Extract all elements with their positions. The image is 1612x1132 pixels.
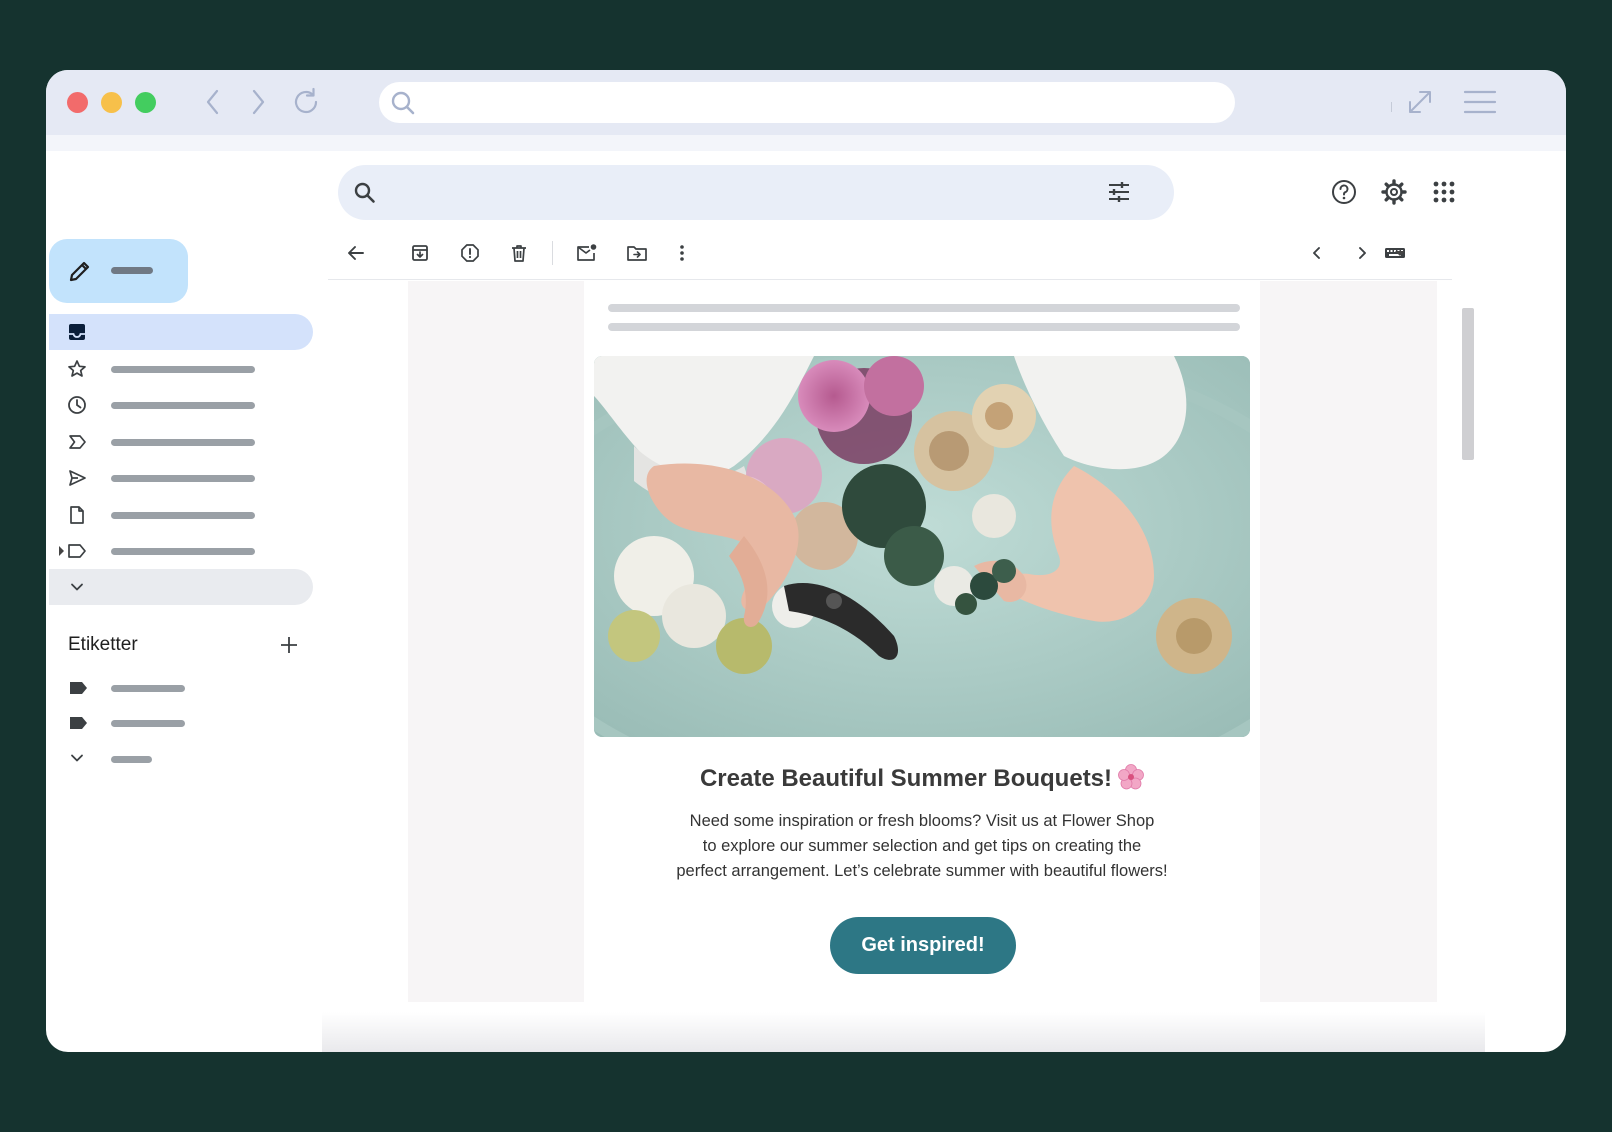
label-placeholder bbox=[111, 439, 255, 446]
add-label-icon[interactable] bbox=[276, 632, 302, 658]
email-body-text: Need some inspiration or fresh blooms? V… bbox=[662, 809, 1182, 884]
address-bar[interactable] bbox=[379, 82, 1235, 123]
email-body-line: Need some inspiration or fresh blooms? V… bbox=[689, 812, 1155, 830]
panel-bottom-edge bbox=[322, 1012, 1485, 1052]
label-placeholder bbox=[111, 402, 255, 409]
maximize-window-button[interactable] bbox=[135, 92, 156, 113]
next-icon[interactable] bbox=[1348, 239, 1376, 267]
label-item[interactable] bbox=[49, 708, 249, 738]
caret-down-icon[interactable] bbox=[1395, 251, 1405, 256]
sidebar-item-categories[interactable] bbox=[49, 533, 313, 569]
email-heading-text: Create Beautiful Summer Bouquets! bbox=[699, 765, 1113, 792]
prev-icon[interactable] bbox=[1303, 239, 1331, 267]
forward-icon[interactable] bbox=[240, 84, 276, 120]
expand-caret-icon[interactable] bbox=[59, 546, 64, 556]
chevron-down-icon bbox=[69, 750, 85, 771]
archive-icon[interactable] bbox=[406, 239, 434, 267]
email-body-line: perfect arrangement. Let’s celebrate sum… bbox=[676, 862, 1168, 880]
label-placeholder bbox=[111, 685, 185, 692]
cherry-blossom-icon bbox=[1118, 764, 1144, 797]
search-options-icon[interactable] bbox=[1106, 179, 1132, 210]
pencil-icon bbox=[67, 258, 93, 289]
search-icon bbox=[389, 89, 417, 122]
message-toolbar bbox=[328, 226, 1452, 280]
sidebar-item-snoozed[interactable] bbox=[49, 387, 313, 423]
sidebar-item-drafts[interactable] bbox=[49, 497, 313, 533]
hero-image bbox=[594, 356, 1250, 737]
sidebar-item-inbox[interactable] bbox=[49, 314, 313, 350]
labels-heading: Etiketter bbox=[68, 634, 138, 655]
label-icon bbox=[69, 714, 89, 737]
browser-window: Etiketter Create Beautiful Summer Bouque… bbox=[46, 70, 1566, 1052]
minimize-window-button[interactable] bbox=[101, 92, 122, 113]
label-placeholder bbox=[111, 512, 255, 519]
email-body-line: to explore our summer selection and get … bbox=[702, 837, 1142, 855]
back-icon[interactable] bbox=[195, 84, 231, 120]
message-panel: Create Beautiful Summer Bouquets! Need s… bbox=[328, 226, 1472, 1002]
help-icon[interactable] bbox=[1324, 172, 1364, 212]
divider bbox=[1391, 102, 1392, 112]
move-to-icon[interactable] bbox=[623, 239, 651, 267]
sidebar-item-starred[interactable] bbox=[49, 351, 313, 387]
label-placeholder bbox=[111, 548, 255, 555]
email-card: Create Beautiful Summer Bouquets! Need s… bbox=[584, 281, 1260, 1002]
compose-label-placeholder bbox=[111, 267, 153, 274]
sidebar-item-important[interactable] bbox=[49, 424, 313, 460]
close-window-button[interactable] bbox=[67, 92, 88, 113]
send-icon bbox=[66, 467, 88, 489]
label-item[interactable] bbox=[49, 673, 249, 703]
clock-icon bbox=[66, 394, 88, 416]
search-icon[interactable] bbox=[352, 180, 378, 211]
text-placeholder bbox=[608, 323, 1240, 331]
more-vert-icon[interactable] bbox=[668, 239, 696, 267]
label-placeholder bbox=[111, 720, 185, 727]
get-inspired-button[interactable]: Get inspired! bbox=[830, 917, 1016, 974]
chrome-divider-strip bbox=[46, 135, 1566, 151]
reload-icon[interactable] bbox=[288, 84, 324, 120]
mark-unread-icon[interactable] bbox=[573, 239, 601, 267]
mail-search-input[interactable] bbox=[394, 165, 1094, 220]
toolbar-divider bbox=[552, 241, 553, 265]
labels-more[interactable] bbox=[49, 744, 249, 774]
label-placeholder bbox=[111, 475, 255, 482]
chevron-down-icon bbox=[66, 576, 88, 598]
label-placeholder bbox=[111, 366, 255, 373]
mail-search-bar[interactable] bbox=[338, 165, 1174, 220]
url-input[interactable] bbox=[425, 82, 1215, 123]
scrollbar-thumb[interactable] bbox=[1462, 308, 1474, 460]
menu-icon[interactable] bbox=[1462, 84, 1498, 120]
expand-icon[interactable] bbox=[1402, 84, 1438, 120]
email-content-area: Create Beautiful Summer Bouquets! Need s… bbox=[328, 281, 1452, 1002]
apps-icon[interactable] bbox=[1424, 172, 1464, 212]
text-placeholder bbox=[608, 304, 1240, 312]
label-outline-icon bbox=[66, 540, 88, 562]
important-icon bbox=[66, 431, 88, 453]
sidebar-item-sent[interactable] bbox=[49, 460, 313, 496]
star-icon bbox=[66, 358, 88, 380]
sidebar-item-more[interactable] bbox=[49, 569, 313, 605]
label-icon bbox=[69, 679, 89, 702]
back-arrow-icon[interactable] bbox=[342, 239, 370, 267]
email-heading: Create Beautiful Summer Bouquets! bbox=[584, 764, 1260, 797]
inbox-icon bbox=[66, 321, 88, 343]
browser-toolbar bbox=[46, 70, 1566, 135]
compose-button[interactable] bbox=[49, 239, 188, 303]
settings-icon[interactable] bbox=[1374, 172, 1414, 212]
label-placeholder bbox=[111, 756, 152, 763]
trash-icon[interactable] bbox=[505, 239, 533, 267]
spam-icon[interactable] bbox=[456, 239, 484, 267]
draft-icon bbox=[66, 504, 88, 526]
